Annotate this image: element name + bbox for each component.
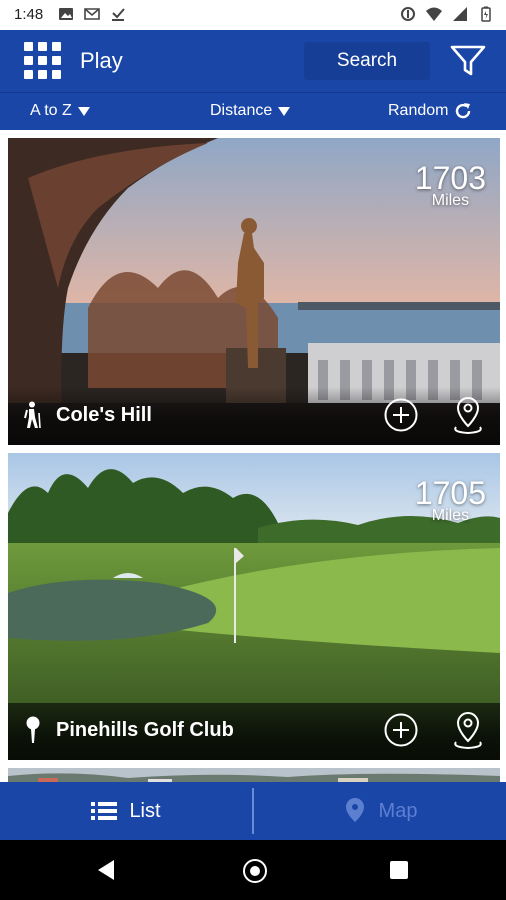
card-footer: Cole's Hill bbox=[8, 387, 500, 445]
gmail-icon bbox=[84, 8, 100, 20]
tab-map-label: Map bbox=[378, 799, 418, 822]
place-photo bbox=[8, 768, 500, 782]
tab-list[interactable]: List bbox=[0, 782, 252, 840]
map-pin-icon[interactable] bbox=[450, 395, 486, 435]
download-done-icon bbox=[112, 8, 125, 21]
distance-readout: 1705 Miles bbox=[415, 477, 486, 525]
list-item[interactable] bbox=[8, 768, 500, 782]
sort-bar: A to Z Distance Random bbox=[0, 92, 506, 131]
sort-random[interactable]: Random bbox=[388, 102, 472, 120]
bottom-tab-bar: List Map bbox=[0, 782, 506, 840]
distance-readout: 1703 Miles bbox=[415, 162, 486, 210]
sort-distance-label: Distance bbox=[210, 102, 273, 119]
sort-a-to-z-label: A to Z bbox=[30, 102, 72, 119]
distance-value: 1705 bbox=[414, 475, 486, 511]
notification-icons bbox=[58, 6, 126, 22]
vibrate-icon bbox=[401, 7, 415, 21]
hiking-icon bbox=[24, 401, 41, 429]
status-bar: 1:48 bbox=[0, 0, 506, 30]
back-icon[interactable] bbox=[96, 859, 116, 881]
tab-list-label: List bbox=[129, 799, 161, 822]
place-list: 1703 Miles Cole's Hill 1705 Miles Pinehi… bbox=[0, 130, 506, 782]
place-name: Pinehills Golf Club bbox=[56, 719, 234, 741]
sort-distance[interactable]: Distance bbox=[210, 102, 291, 120]
home-icon[interactable] bbox=[243, 859, 267, 883]
system-nav-bar bbox=[0, 840, 506, 900]
search-button[interactable]: Search bbox=[304, 42, 430, 80]
place-name: Cole's Hill bbox=[56, 404, 152, 426]
golf-icon bbox=[26, 716, 40, 743]
map-pin-icon bbox=[345, 798, 364, 822]
dropdown-arrow-icon bbox=[278, 106, 291, 116]
battery-icon bbox=[481, 6, 491, 22]
image-icon bbox=[59, 8, 73, 20]
apps-grid-icon[interactable] bbox=[24, 42, 62, 80]
dropdown-arrow-icon bbox=[77, 106, 90, 116]
status-time: 1:48 bbox=[14, 6, 44, 23]
add-circle-icon[interactable] bbox=[384, 398, 418, 432]
card-footer: Pinehills Golf Club bbox=[8, 702, 500, 760]
list-item[interactable]: 1705 Miles Pinehills Golf Club bbox=[8, 453, 500, 760]
system-icons bbox=[400, 6, 494, 22]
add-circle-icon[interactable] bbox=[384, 713, 418, 747]
sort-random-label: Random bbox=[388, 102, 449, 119]
list-icon bbox=[91, 802, 118, 820]
distance-value: 1703 bbox=[414, 160, 486, 196]
map-pin-icon[interactable] bbox=[450, 710, 486, 750]
wifi-icon bbox=[426, 7, 442, 21]
recent-apps-icon[interactable] bbox=[390, 861, 408, 879]
signal-icon bbox=[453, 7, 467, 21]
page-title: Play bbox=[80, 48, 123, 73]
filter-icon[interactable] bbox=[449, 44, 487, 78]
sort-a-to-z[interactable]: A to Z bbox=[30, 102, 90, 120]
list-item[interactable]: 1703 Miles Cole's Hill bbox=[8, 138, 500, 445]
tab-map[interactable]: Map bbox=[254, 782, 506, 840]
refresh-icon bbox=[456, 103, 471, 119]
app-bar: Play Search bbox=[0, 30, 506, 92]
